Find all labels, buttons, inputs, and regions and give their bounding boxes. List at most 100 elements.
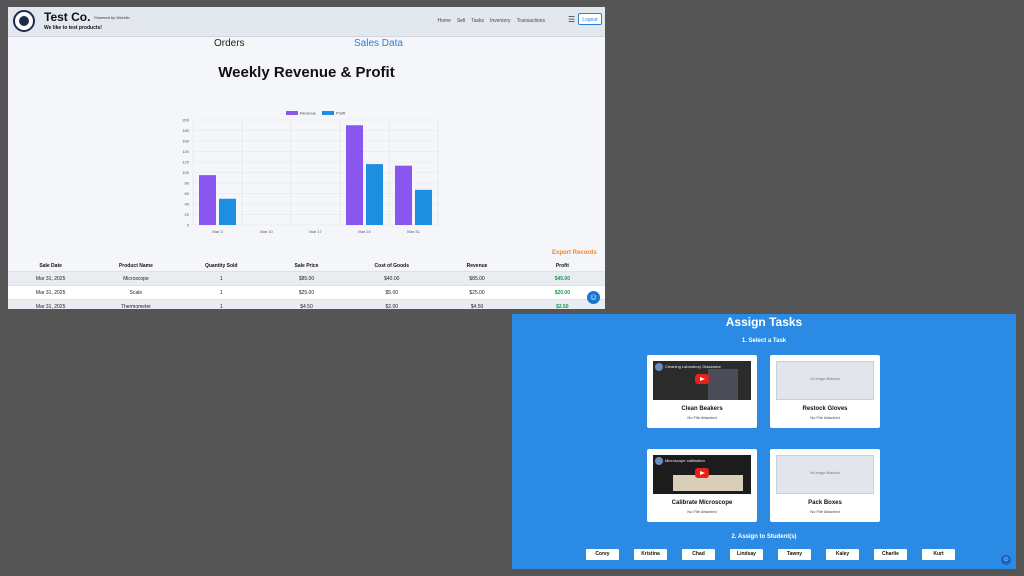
video-scene bbox=[708, 369, 738, 400]
task-title: Restock Gloves bbox=[802, 406, 848, 412]
task-file-status: No File Attached bbox=[687, 415, 717, 420]
col-sale-price[interactable]: Sale Price bbox=[264, 260, 349, 272]
video-thumbnail[interactable]: Cleaning Laboratory Glassware bbox=[653, 361, 751, 400]
task-file-status: No File Attached bbox=[810, 415, 840, 420]
nav-sell[interactable]: Sell bbox=[457, 18, 465, 24]
cell-cost: $40.00 bbox=[349, 271, 435, 286]
cell-product-name: Microscope bbox=[93, 271, 179, 286]
col-cost-of-goods[interactable]: Cost of Goods bbox=[349, 260, 434, 272]
tagline: We like to test products! bbox=[44, 25, 102, 31]
nav-home[interactable]: Home bbox=[438, 18, 451, 24]
assign-tasks-window: Assign Tasks 1. Select a Task Cleaning L… bbox=[512, 314, 1016, 569]
cell-sale-date: Mar 31, 2025 bbox=[8, 271, 94, 286]
step-1-label: 1. Select a Task bbox=[741, 338, 787, 344]
tab-orders[interactable]: Orders bbox=[214, 38, 245, 49]
video-title: Microscope calibration bbox=[665, 458, 705, 463]
student-list: Corey Kristina Chad Lindsay Tawny Kaley … bbox=[586, 549, 955, 560]
cell-sale-date: Mar 31, 2025 bbox=[8, 299, 94, 309]
nav-inventory[interactable]: Inventory bbox=[490, 18, 511, 24]
bar-profit bbox=[366, 164, 383, 225]
col-profit[interactable]: Profit bbox=[520, 260, 605, 272]
bar-revenue bbox=[199, 175, 216, 225]
task-title: Calibrate Microscope bbox=[671, 500, 733, 506]
col-quantity-sold[interactable]: Quantity Sold bbox=[179, 260, 264, 272]
revenue-profit-chart: 0 20 40 60 80 100 120 140 160 180 200 Mar 3 Mar 10 Ma… bbox=[182, 111, 439, 234]
student-button-lindsay[interactable]: Lindsay bbox=[730, 549, 763, 560]
cell-quantity: 1 bbox=[178, 285, 264, 300]
cell-sale-price: $4.50 bbox=[263, 299, 350, 309]
student-button-chad[interactable]: Chad bbox=[682, 549, 715, 560]
student-button-kristina[interactable]: Kristina bbox=[634, 549, 667, 560]
channel-avatar-icon bbox=[655, 457, 663, 465]
student-button-kaley[interactable]: Kaley bbox=[826, 549, 859, 560]
x-tick-label: Mar 31 bbox=[407, 229, 420, 234]
bar-revenue bbox=[395, 165, 412, 225]
nav-tasks[interactable]: Tasks bbox=[471, 18, 484, 24]
task-card-pack-boxes[interactable]: No Image Attached Pack Boxes No File Att… bbox=[770, 449, 880, 522]
tab-sales-data[interactable]: Sales Data bbox=[354, 38, 403, 49]
sales-window: Test Co. Powered by Worklio We like to t… bbox=[8, 7, 605, 309]
bar-profit bbox=[415, 189, 432, 225]
image-placeholder: No Image Attached bbox=[776, 361, 874, 400]
task-card-clean-beakers[interactable]: Cleaning Laboratory Glassware Clean Beak… bbox=[647, 355, 757, 428]
y-tick-label: 0 bbox=[187, 223, 190, 228]
brand-name: Test Co. bbox=[44, 10, 91, 24]
no-image-text: No Image Attached bbox=[810, 377, 840, 381]
cell-quantity: 1 bbox=[178, 271, 264, 286]
x-tick-label: Mar 17 bbox=[309, 229, 322, 234]
cell-revenue: $85.00 bbox=[434, 271, 520, 286]
col-sale-date[interactable]: Sale Date bbox=[8, 260, 93, 272]
chart-title: Weekly Revenue & Profit bbox=[218, 64, 395, 81]
y-tick-label: 120 bbox=[182, 160, 189, 165]
video-scene bbox=[673, 475, 743, 491]
legend-label: Profit bbox=[336, 111, 346, 116]
student-button-kurt[interactable]: Kurt bbox=[922, 549, 955, 560]
cell-cost: $5.00 bbox=[349, 285, 435, 300]
student-button-charlie[interactable]: Charlie bbox=[874, 549, 907, 560]
play-icon[interactable] bbox=[695, 468, 709, 478]
task-file-status: No File Attached bbox=[810, 509, 840, 514]
accessibility-icon[interactable]: ☺ bbox=[1001, 555, 1011, 565]
nav-links: Home Sell Tasks Inventory Transactions bbox=[438, 18, 545, 24]
cell-product-name: Scale bbox=[93, 285, 179, 300]
x-tick-label: Mar 24 bbox=[358, 229, 371, 234]
legend-label: Revenue bbox=[300, 111, 317, 116]
powered-by-text: Powered by Worklio bbox=[94, 15, 130, 20]
task-title: Pack Boxes bbox=[808, 500, 842, 506]
y-tick-label: 20 bbox=[185, 212, 190, 217]
col-revenue[interactable]: Revenue bbox=[434, 260, 519, 272]
hamburger-menu-icon[interactable]: ☰ bbox=[568, 16, 575, 24]
cell-sale-price: $25.00 bbox=[263, 285, 350, 300]
table-row: Mar 31, 2025 Thermometer 1 $4.50 $2.00 $… bbox=[8, 299, 605, 309]
nav-transactions[interactable]: Transactions bbox=[517, 18, 545, 24]
y-tick-label: 180 bbox=[182, 128, 189, 133]
bar-profit bbox=[219, 198, 236, 225]
cell-quantity: 1 bbox=[178, 299, 264, 309]
company-logo[interactable] bbox=[13, 10, 35, 32]
table-row: Mar 31, 2025 Scale 1 $25.00 $5.00 $25.00… bbox=[8, 285, 605, 300]
y-tick-label: 80 bbox=[185, 181, 190, 186]
task-card-restock-gloves[interactable]: No Image Attached Restock Gloves No File… bbox=[770, 355, 880, 428]
table-header-row: Sale Date Product Name Quantity Sold Sal… bbox=[8, 260, 605, 272]
video-thumbnail[interactable]: Microscope calibration bbox=[653, 455, 751, 494]
y-tick-label: 100 bbox=[182, 170, 189, 175]
play-icon[interactable] bbox=[695, 374, 709, 384]
task-card-calibrate-microscope[interactable]: Microscope calibration Calibrate Microsc… bbox=[647, 449, 757, 522]
accessibility-icon[interactable]: ☺ bbox=[587, 291, 600, 304]
legend-swatch bbox=[286, 111, 298, 115]
task-title: Clean Beakers bbox=[681, 406, 723, 412]
export-records-link[interactable]: Export Records bbox=[552, 250, 597, 256]
student-button-corey[interactable]: Corey bbox=[586, 549, 619, 560]
assign-tasks-title: Assign Tasks bbox=[725, 315, 803, 329]
top-navbar: Test Co. Powered by Worklio We like to t… bbox=[8, 7, 605, 37]
cell-sale-date: Mar 31, 2025 bbox=[8, 285, 94, 300]
cell-cost: $2.00 bbox=[349, 299, 435, 309]
cell-revenue: $25.00 bbox=[434, 285, 520, 300]
logout-button[interactable]: Logout bbox=[578, 13, 602, 25]
y-tick-label: 60 bbox=[185, 191, 190, 196]
col-product-name[interactable]: Product Name bbox=[93, 260, 178, 272]
sales-table: Sale Date Product Name Quantity Sold Sal… bbox=[8, 260, 605, 309]
table-row: Mar 31, 2025 Microscope 1 $85.00 $40.00 … bbox=[8, 271, 605, 286]
student-button-tawny[interactable]: Tawny bbox=[778, 549, 811, 560]
x-tick-label: Mar 10 bbox=[260, 229, 273, 234]
